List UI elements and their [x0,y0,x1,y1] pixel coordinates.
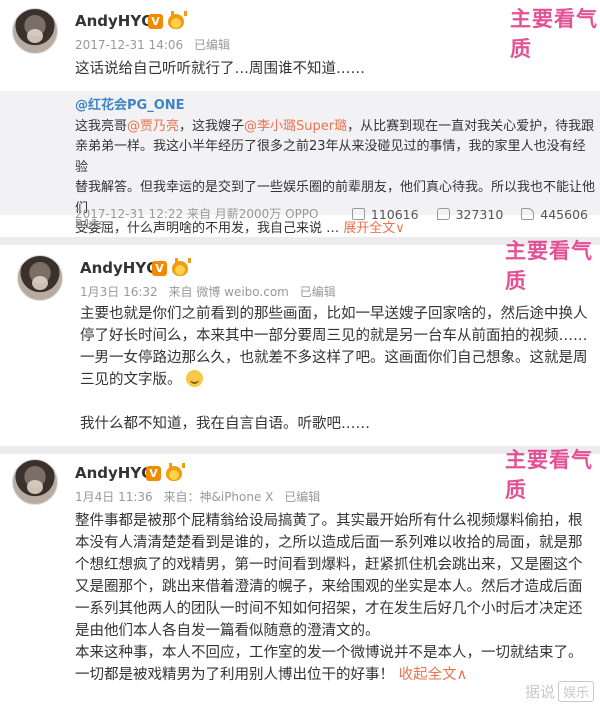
user-name[interactable]: AndyHYQ [80,259,159,277]
weibo-post-2: AndyHYQ V 主要看气质 1月3日 16:32 来自 微博 weibo.c… [0,238,600,445]
post-meta: 1月4日 11:36 来自：神&iPhone X 已编辑 [75,488,327,505]
post-meta: 2017-12-31 14:06 已编辑 [75,36,237,53]
text-line: 一系列其他两人的团队一时间不知如何招架，才在发生后好几个小时后才决定还 [75,601,583,617]
text-line: 本没有人清清楚楚看到是谁的，之所以造成后面一系列难以收拾的局面，就是那 [75,535,583,551]
text-line: 本来这种事，本人不回应，工作室的发一个微博说并不是本人，一切就结束了。 [75,645,583,661]
mention-link[interactable]: @李小璐Super璐 [244,119,347,134]
expand-link[interactable]: 展开全文∨ [343,221,405,236]
repost-stats: 110616 327310 445606 [338,207,588,222]
repost-author-line: @红花会PG_ONE [75,96,595,117]
member-crown-icon [172,258,191,276]
post-source[interactable]: 来自：神&iPhone X [164,490,274,504]
corner-logo: 据说 娱乐 [525,681,594,702]
repost-time[interactable]: 2017-12-31 12:22 来自 月薪2000万 OPPO [75,205,318,222]
comment-count[interactable]: 327310 [436,207,503,222]
post-text: 整件事都是被那个屁精翁给设局搞黄了。其实最开始所有什么视频爆料偷拍，根 本没有人… [75,510,595,686]
like-count[interactable]: 445606 [521,207,588,222]
mention-link[interactable]: @贾乃亮 [127,119,179,134]
post-time[interactable]: 2017-12-31 14:06 [75,38,183,52]
text-line: 整件事都是被那个屁精翁给设局搞黄了。其实最开始所有什么视频爆料偷拍，根 [75,513,583,529]
post-text: 这话说给自己听听就行了…周围谁不知道…… [75,61,365,77]
text-line: 我什么都不知道，我在自言自语。听歌吧…… [80,416,370,432]
watermark-text: 主要看气质 [510,6,598,61]
edited-label[interactable]: 已编辑 [300,285,336,299]
text-line: 又是圈那个，跳出来借着澄清的幌子，来给围观的坐实是本人。然后才造成后面 [75,579,583,595]
collapse-link[interactable]: 收起全文∧ [399,667,468,683]
smile-emoji-icon [186,370,204,387]
post-source[interactable]: 来自 微博 weibo.com [169,285,289,299]
user-avatar[interactable] [12,8,58,54]
user-avatar[interactable] [12,459,58,505]
comment-icon [436,208,450,220]
text-line: 主要也就是你们之前看到的那些画面，比如一早送嫂子回家啥的，然后途中换人 [80,306,588,322]
member-crown-icon [168,11,187,29]
repost-device-line2: R11s [75,217,105,231]
post-time[interactable]: 1月3日 16:32 [80,285,158,299]
user-name[interactable]: AndyHYQ [75,464,154,482]
weibo-post-1: AndyHYQ V 主要看气质 2017-12-31 14:06 已编辑 这话说… [0,0,600,237]
repost-icon [351,208,365,220]
verified-v-icon: V [152,261,167,276]
watermark-text: 主要看气质 [505,447,593,502]
repost-author[interactable]: @红花会PG_ONE [75,98,185,113]
post-text: 主要也就是你们之前看到的那些画面，比如一早送嫂子回家啥的，然后途中换人 停了好长… [80,303,590,435]
repost-count[interactable]: 110616 [351,207,419,222]
text-line: 停了好长时间么，本来其中一部分要周三见的就是另一台车从前面拍的视频…… [80,328,588,344]
like-icon [521,208,535,220]
edited-label[interactable]: 已编辑 [284,490,320,504]
text-line: 一男一女停路边那么久，也就差不多这样了吧。这画面你们自己想象。这就是周 [80,350,588,366]
member-crown-icon [166,463,185,481]
watermark-text: 主要看气质 [505,238,593,293]
verified-v-icon: V [146,466,161,481]
text-line: 是由他们本人各自发一篇看似随意的澄清文的。 [75,623,380,639]
edited-label[interactable]: 已编辑 [194,38,230,52]
text-line: 一切都是被戏精男为了利用别人博出位干的好事！ 收起全文∧ [75,667,468,683]
user-name[interactable]: AndyHYQ [75,12,154,30]
weibo-post-3: AndyHYQ V 主要看气质 1月4日 11:36 来自：神&iPhone X… [0,447,600,706]
repost-card[interactable]: @红花会PG_ONE 这我亮哥@贾乃亮，这我嫂子@李小璐Super璐，从比赛到现… [0,91,600,236]
user-avatar[interactable] [17,255,63,301]
text-line: 个想红想疯了的戏精男，第一时间看到爆料，赶紧抓住机会跳出来，又是圈这个 [75,557,583,573]
verified-v-icon: V [148,14,163,29]
repost-line-2: 亲弟弟一样。我这小半年经历了很多之前23年从来没碰见过的事情，我的家里人也没有经… [75,139,586,175]
post-meta: 1月3日 16:32 来自 微博 weibo.com 已编辑 [80,283,343,300]
repost-line-1: 这我亮哥@贾乃亮，这我嫂子@李小璐Super璐，从比赛到现在一直对我关心爱护，待… [75,118,595,134]
post-time[interactable]: 1月4日 11:36 [75,490,153,504]
text-line: 三见的文字版。 [80,369,590,391]
